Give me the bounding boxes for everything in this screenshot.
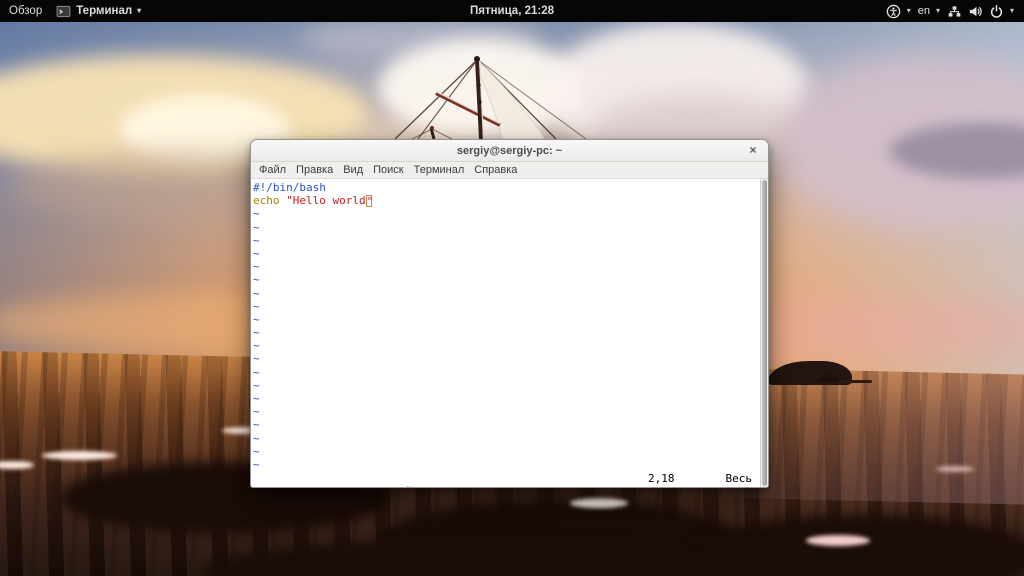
wave-foam	[936, 466, 974, 472]
empty-line-tilde: ~	[253, 379, 760, 392]
menu-item-file[interactable]: Файл	[254, 164, 291, 176]
wave-foam	[42, 451, 117, 460]
empty-line-tilde: ~	[253, 339, 760, 352]
sailboat-mast	[380, 40, 610, 139]
vim-editor: #!/bin/bash echo "Hello world" ~~~~~~~~~…	[251, 179, 760, 487]
empty-line-tilde: ~	[253, 273, 760, 286]
power-icon	[989, 4, 1004, 19]
activities-button[interactable]: Обзор	[9, 5, 42, 17]
empty-line-tilde: ~	[253, 432, 760, 445]
app-menu-label: Терминал	[76, 5, 132, 17]
empty-line-tilde: ~	[253, 287, 760, 300]
network-wired-icon	[947, 4, 962, 19]
empty-line-tilde: ~	[253, 260, 760, 273]
status-scroll-position: Весь	[726, 472, 753, 485]
empty-line-tilde: ~	[253, 221, 760, 234]
chevron-down-icon: ▾	[907, 7, 911, 15]
window-title: sergiy@sergiy-pc: ~	[457, 145, 562, 157]
volume-icon	[968, 4, 983, 19]
top-bar-left: Обзор Терминал ▾	[0, 4, 141, 19]
chevron-down-icon: ▾	[936, 7, 940, 15]
terminal-app-icon	[56, 4, 71, 19]
accessibility-icon	[886, 4, 901, 19]
empty-line-tilde: ~	[253, 392, 760, 405]
code-line-shebang: #!/bin/bash	[253, 181, 760, 194]
empty-line-tilde: ~	[253, 234, 760, 247]
accessibility-menu[interactable]: ▾	[886, 4, 911, 19]
empty-line-tilde: ~	[253, 207, 760, 220]
vim-status-line: "script.sh" [Новый] 2L, 31C записано 2,1…	[253, 472, 760, 485]
terminal-screen[interactable]: #!/bin/bash echo "Hello world" ~~~~~~~~~…	[251, 179, 768, 487]
empty-line-tilde: ~	[253, 247, 760, 260]
menu-item-search[interactable]: Поиск	[368, 164, 408, 176]
wave-foam	[806, 535, 870, 546]
empty-line-tilde: ~	[253, 445, 760, 458]
tilde-lines: ~~~~~~~~~~~~~~~~~~~~	[253, 207, 760, 471]
close-button[interactable]: ×	[745, 142, 761, 158]
empty-line-tilde: ~	[253, 352, 760, 365]
string-hello-world: "Hello world	[286, 194, 365, 207]
terminal-scrollbar[interactable]	[760, 179, 768, 487]
terminal-window: sergiy@sergiy-pc: ~ × Файл Правка Вид По…	[250, 139, 769, 488]
empty-line-tilde: ~	[253, 405, 760, 418]
gnome-top-bar: Обзор Терминал ▾ Пятница, 21:28 ▾ en ▾	[0, 0, 1024, 22]
empty-line-tilde: ~	[253, 418, 760, 431]
keyword-echo: echo	[253, 194, 280, 207]
empty-line-tilde: ~	[253, 366, 760, 379]
chevron-down-icon: ▾	[137, 7, 141, 15]
empty-line-tilde: ~	[253, 326, 760, 339]
system-status-menu[interactable]: ▾	[947, 4, 1014, 19]
top-bar-right: ▾ en ▾ ▾	[886, 4, 1024, 19]
status-file-info: "script.sh" [Новый] 2L, 31C записано	[293, 485, 531, 488]
empty-line-tilde: ~	[253, 300, 760, 313]
menu-item-help[interactable]: Справка	[469, 164, 522, 176]
menu-item-terminal[interactable]: Терминал	[409, 164, 470, 176]
scrollbar-thumb[interactable]	[762, 180, 767, 486]
empty-line-tilde: ~	[253, 313, 760, 326]
chevron-down-icon: ▾	[1010, 7, 1014, 15]
menu-item-view[interactable]: Вид	[338, 164, 368, 176]
furled-sail	[475, 61, 545, 139]
vim-cursor: "	[366, 195, 372, 207]
code-line-echo: echo "Hello world"	[253, 194, 760, 207]
status-cursor-position: 2,18	[648, 472, 675, 485]
island-pier	[838, 380, 872, 383]
empty-line-tilde: ~	[253, 458, 760, 471]
menu-item-edit[interactable]: Правка	[291, 164, 338, 176]
app-menu-terminal[interactable]: Терминал ▾	[56, 4, 141, 19]
clock-button[interactable]: Пятница, 21:28	[470, 5, 554, 17]
window-menubar: Файл Правка Вид Поиск Терминал Справка	[251, 162, 768, 179]
wave-foam	[570, 498, 628, 508]
keyboard-layout-menu[interactable]: en ▾	[918, 5, 940, 17]
top-bar-center: Пятница, 21:28	[0, 5, 1024, 17]
window-titlebar[interactable]: sergiy@sergiy-pc: ~ ×	[251, 140, 768, 162]
keyboard-layout-label: en	[918, 5, 930, 17]
